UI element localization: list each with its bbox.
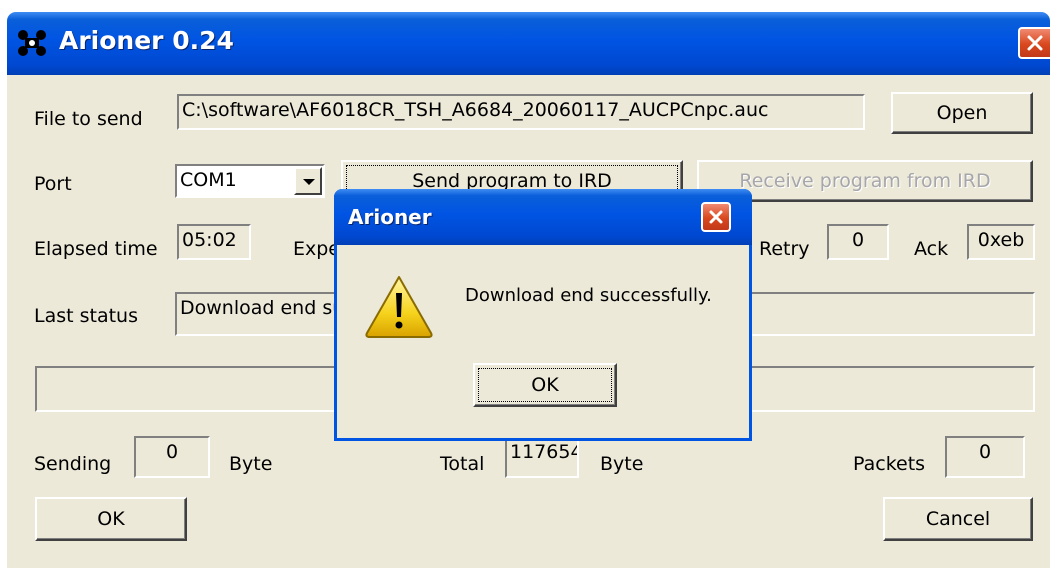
sending-field: 0: [134, 436, 210, 478]
elapsed-time-label: Elapsed time: [34, 238, 158, 260]
file-path-field[interactable]: C:\software\AF6018CR_TSH_A6684_20060117_…: [177, 94, 865, 130]
window-title: Arioner 0.24: [59, 26, 234, 55]
dialog-body: Download end successfully. OK: [337, 245, 749, 438]
sending-unit-label: Byte: [229, 453, 273, 475]
cancel-button[interactable]: Cancel: [883, 497, 1033, 541]
last-status-label: Last status: [34, 305, 138, 327]
packets-label: Packets: [853, 453, 926, 475]
packets-field: 0: [945, 436, 1025, 478]
dialog-ok-button[interactable]: OK: [473, 363, 617, 407]
expected-time-label: Expe: [293, 238, 340, 260]
retry-label: Retry: [759, 238, 810, 260]
message-dialog: Arioner Download end successfully. OK: [334, 189, 752, 441]
title-bar[interactable]: Arioner 0.24: [7, 12, 1050, 75]
dialog-title: Arioner: [348, 205, 432, 229]
sending-label: Sending: [34, 453, 112, 475]
chevron-down-icon[interactable]: [294, 167, 322, 195]
dialog-message: Download end successfully.: [465, 285, 712, 306]
total-unit-label: Byte: [600, 453, 644, 475]
total-label: Total: [440, 453, 485, 475]
retry-field: 0: [827, 224, 889, 260]
open-button[interactable]: Open: [891, 92, 1033, 134]
dialog-close-icon[interactable]: [701, 202, 731, 232]
file-to-send-label: File to send: [34, 108, 143, 130]
close-icon[interactable]: [1018, 27, 1050, 59]
ack-label: Ack: [914, 238, 949, 260]
ack-field: 0xeb: [967, 224, 1035, 260]
port-label: Port: [34, 173, 72, 195]
elapsed-time-field: 05:02: [177, 224, 251, 260]
dialog-title-bar[interactable]: Arioner: [334, 189, 752, 245]
total-field: 1176540: [505, 436, 579, 478]
warning-icon: [365, 276, 433, 338]
app-icon: [18, 30, 46, 56]
ok-button[interactable]: OK: [35, 497, 187, 541]
